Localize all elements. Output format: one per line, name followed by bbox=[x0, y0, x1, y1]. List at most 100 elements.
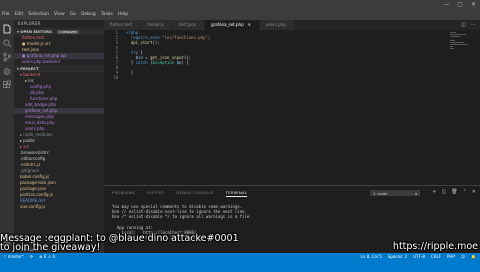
status-item[interactable]: 🔔 bbox=[471, 253, 476, 260]
terminal-select[interactable]: 1: node ▾ bbox=[370, 190, 420, 196]
open-editor-label: test.json bbox=[22, 47, 40, 52]
code-token: api_start bbox=[126, 40, 153, 45]
tree-item[interactable]: vue.config.js bbox=[14, 204, 104, 210]
status-item[interactable]: Ln 8, Col 5 bbox=[360, 253, 381, 260]
status-item[interactable]: ⊗ 0 ⚠ 0 bbox=[39, 253, 55, 260]
status-item[interactable]: PHP bbox=[447, 253, 455, 260]
tree-item-label: .browserslistrc bbox=[20, 150, 49, 155]
split-editor-icon[interactable]: ◫ bbox=[461, 21, 466, 29]
menu-item-go[interactable]: Go bbox=[70, 11, 76, 19]
extensions-icon[interactable] bbox=[2, 80, 12, 90]
code-editor[interactable]: 1 2 3 4 5 6 7 8 9 10 <?php require_once "inc/func… bbox=[104, 30, 480, 185]
tree-item-label: functions.php bbox=[30, 96, 58, 101]
tab-label: grafana_set.php bbox=[211, 22, 244, 27]
status-bar: ᚠ master* ⟳ ⊗ 0 ⚠ 0 Ln 8, Col 5 Spaces: 2 UT… bbox=[0, 253, 480, 272]
tree-item-label: README.md bbox=[20, 198, 45, 203]
menu-item-debug[interactable]: Debug bbox=[81, 11, 96, 19]
files-icon[interactable] bbox=[2, 24, 12, 34]
panel-actions: + ◫ 🗑 ⌃ ✕ bbox=[432, 189, 476, 196]
project-title: ▾ PROJECT bbox=[17, 66, 39, 71]
menu-item-view[interactable]: View bbox=[54, 11, 65, 19]
menu-item-tasks[interactable]: Tasks bbox=[101, 11, 113, 19]
open-editor-item[interactable]: users.php backend bbox=[14, 59, 104, 65]
tree-item-label: package-lock.json bbox=[20, 180, 56, 185]
unsaved-badge: 1 UNSAVED bbox=[57, 30, 79, 34]
terminal-select-value: 1: node bbox=[373, 191, 388, 196]
tree-item-label: ▸ public bbox=[20, 138, 36, 143]
maximize-panel-icon[interactable]: ⌃ bbox=[463, 189, 467, 196]
menu-item-selection[interactable]: Selection bbox=[28, 11, 49, 19]
tree-item-label: vue.config.js bbox=[20, 204, 46, 209]
maximize-button[interactable]: ▢ bbox=[457, 2, 463, 8]
minimap[interactable] bbox=[450, 32, 474, 62]
status-item[interactable]: ⟳ bbox=[30, 253, 33, 260]
status-left: ᚠ master* ⟳ ⊗ 0 ⚠ 0 bbox=[4, 253, 55, 260]
tab-label: model.js bbox=[147, 22, 164, 27]
tree-item-label: add_badge.php bbox=[25, 102, 56, 107]
add-terminal-icon[interactable]: + bbox=[432, 189, 436, 196]
close-button[interactable]: ✕ bbox=[471, 2, 476, 8]
code-token: "inc/functions.php" bbox=[162, 35, 208, 40]
code-token: ) { bbox=[181, 60, 189, 65]
split-terminal-icon[interactable]: ◫ bbox=[442, 189, 447, 196]
tree-item-label: users.php bbox=[25, 126, 45, 131]
open-editor-label: flatten.test bbox=[22, 35, 45, 40]
tree-item-label: ▸ src bbox=[20, 144, 30, 149]
status-item[interactable]: CRLF bbox=[431, 253, 441, 260]
status-item[interactable]: ☺ bbox=[461, 253, 465, 260]
close-icon[interactable]: ✕ bbox=[248, 22, 251, 27]
menu-bar: File Edit Selection View Go Debug Tasks Help bbox=[2, 11, 128, 19]
tree-item-label: config.php bbox=[30, 84, 52, 89]
more-actions-icon[interactable]: ⋯ bbox=[471, 21, 476, 29]
project-section[interactable]: ▾ PROJECT bbox=[14, 65, 104, 72]
trash-icon[interactable]: 🗑 bbox=[451, 189, 457, 196]
tab-label: flatten.test bbox=[110, 22, 133, 27]
tab-label: users.php bbox=[265, 22, 286, 27]
window-controls: — ▢ ✕ bbox=[443, 2, 476, 8]
open-editors-section[interactable]: ▾ OPEN EDITORS 1 UNSAVED bbox=[14, 28, 104, 35]
open-editor-label: ● grafana_set.php api bbox=[22, 53, 67, 58]
line-numbers: 1 2 3 4 5 6 7 8 9 10 bbox=[104, 30, 120, 80]
menu-item-help[interactable]: Help bbox=[118, 11, 128, 19]
code-token: catch bbox=[135, 60, 148, 65]
tab-users-php[interactable]: users.php bbox=[259, 20, 295, 30]
debug-icon[interactable] bbox=[2, 66, 12, 76]
menu-item-edit[interactable]: Edit bbox=[15, 11, 24, 19]
tree-item-label: grafana_set.php bbox=[25, 108, 58, 113]
chevron-down-icon: ▾ bbox=[415, 191, 417, 196]
status-item[interactable]: Spaces: 2 bbox=[388, 253, 407, 260]
code-content[interactable]: <?php require_once "inc/functions.php"; … bbox=[126, 30, 210, 80]
status-item[interactable]: ᚠ master* bbox=[4, 253, 24, 260]
panel-tab-problems[interactable]: PROBLEMS bbox=[112, 189, 135, 197]
panel-tab-debug-console[interactable]: DEBUG CONSOLE bbox=[176, 189, 213, 197]
tab-grafana-set-php[interactable]: grafana_set.php ✕ bbox=[205, 20, 260, 30]
activity-bar bbox=[0, 20, 14, 253]
code-token: (); bbox=[152, 40, 160, 45]
tab-model-js[interactable]: model.js bbox=[141, 20, 173, 30]
editor-actions: ◫ ⋯ bbox=[461, 21, 476, 29]
tree-item-label: .gitignore bbox=[20, 168, 40, 173]
panel-tab-output[interactable]: OUTPUT bbox=[147, 189, 164, 197]
explorer-sidebar: EXPLORER ▾ OPEN EDITORS 1 UNSAVED flatte… bbox=[14, 20, 104, 253]
menu-item-file[interactable]: File bbox=[2, 11, 10, 19]
title-bar: File Edit Selection View Go Debug Tasks Help — … bbox=[0, 0, 480, 20]
editor-tabs: flatten.test model.js test.json grafana_set… bbox=[104, 20, 480, 30]
status-item[interactable]: UTF-8 bbox=[413, 253, 425, 260]
search-icon[interactable] bbox=[2, 38, 12, 48]
open-editors-title: ▾ OPEN EDITORS bbox=[17, 29, 52, 34]
tab-flatten-test[interactable]: flatten.test bbox=[104, 20, 142, 30]
tree-item-label: babel.config.js bbox=[20, 174, 50, 179]
code-token: ; bbox=[207, 35, 211, 40]
open-editor-label: ● model.js src bbox=[22, 41, 51, 46]
tree-item-label: ▾ backend bbox=[20, 72, 41, 77]
close-panel-icon[interactable]: ✕ bbox=[472, 189, 476, 196]
tab-test-json[interactable]: test.json bbox=[172, 20, 206, 30]
source-control-icon[interactable] bbox=[2, 52, 12, 62]
tree-item-label: package.json bbox=[20, 186, 47, 191]
panel-tab-terminal[interactable]: TERMINAL bbox=[225, 189, 248, 197]
tree-item-label: postcss.config.js bbox=[20, 192, 53, 197]
website-url: https://ripple.moe bbox=[392, 241, 478, 252]
tree-item-label: .eslintrc.js bbox=[20, 162, 41, 167]
minimize-button[interactable]: — bbox=[443, 2, 449, 8]
